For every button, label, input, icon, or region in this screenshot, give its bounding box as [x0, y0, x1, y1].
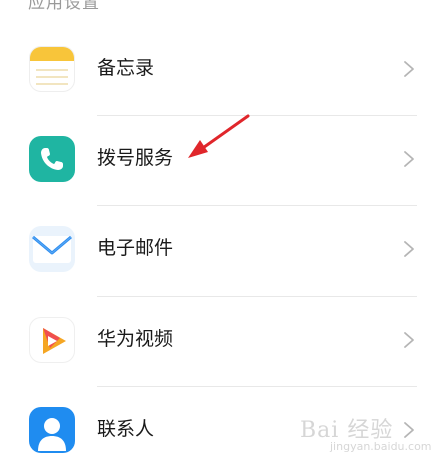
settings-item-label: 拨号服务: [97, 147, 174, 169]
chevron-right-icon: [404, 422, 414, 438]
chevron-right-icon: [404, 332, 414, 348]
chevron-right-icon: [404, 151, 414, 167]
memo-icon: [29, 46, 75, 92]
settings-item-label: 华为视频: [97, 328, 174, 350]
contacts-icon: [29, 407, 75, 453]
video-icon: [29, 317, 75, 363]
settings-item-label: 联系人: [97, 418, 155, 440]
chevron-right-icon: [404, 61, 414, 77]
settings-item-memo[interactable]: 备忘录: [0, 26, 439, 116]
settings-item-email[interactable]: 电子邮件: [0, 206, 439, 296]
settings-item-dialer[interactable]: 拨号服务: [0, 116, 439, 206]
chevron-right-icon: [404, 241, 414, 257]
settings-screen: 应用设置 备忘录 拨号服务 电子邮件 华为视频 联系人 Bai 经验 jingy…: [0, 0, 439, 464]
settings-item-label: 备忘录: [97, 57, 155, 79]
settings-item-video[interactable]: 华为视频: [0, 297, 439, 387]
settings-item-label: 电子邮件: [97, 237, 174, 259]
section-header: 应用设置: [28, 0, 100, 13]
phone-icon: [29, 136, 75, 182]
watermark-sub: jingyan.baidu.com: [330, 440, 432, 453]
mail-icon: [29, 226, 75, 272]
